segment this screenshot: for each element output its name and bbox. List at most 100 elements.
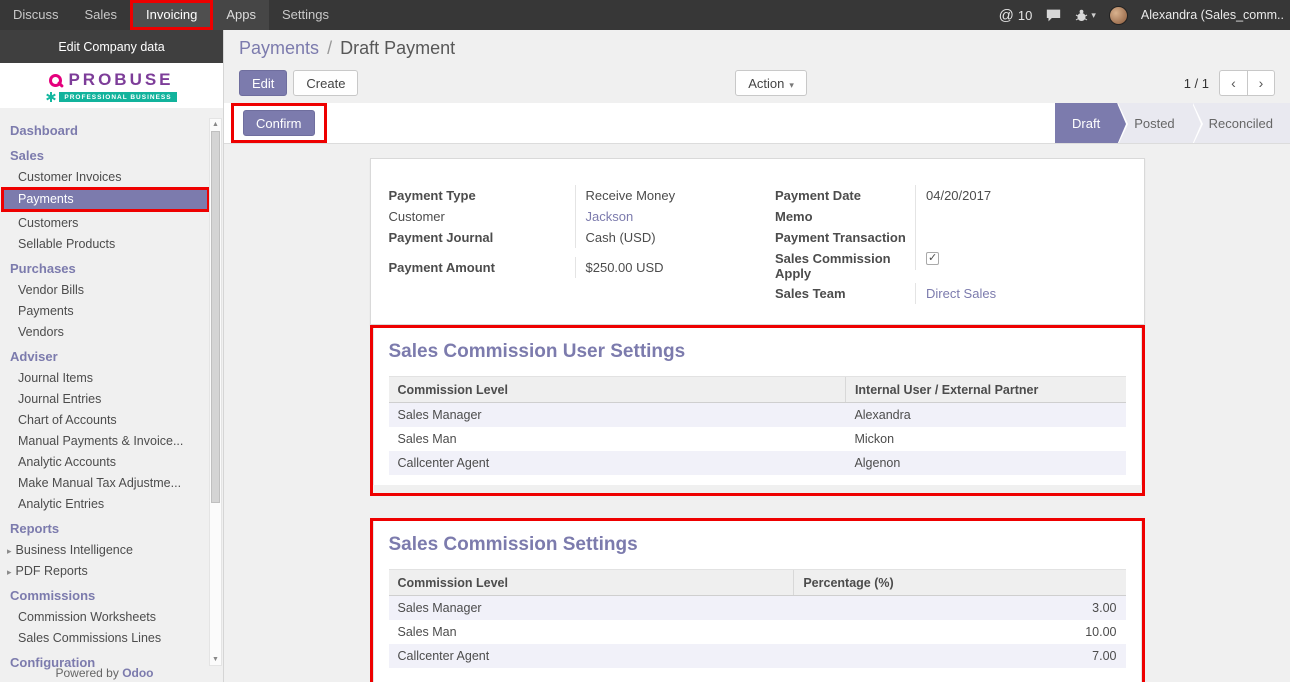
- column-commission-level[interactable]: Commission Level: [389, 570, 794, 596]
- breadcrumb-payments-link[interactable]: Payments: [239, 38, 319, 58]
- commission-settings-section: Sales Commission Settings Commission Lev…: [373, 521, 1142, 682]
- pager-previous-button[interactable]: ‹: [1219, 70, 1247, 96]
- menu-settings[interactable]: Settings: [269, 0, 342, 30]
- sidebar-scrollbar[interactable]: ▲ ▼: [209, 118, 222, 666]
- annotation-box-confirm: Confirm: [231, 103, 327, 143]
- customer-link[interactable]: Jackson: [575, 206, 758, 227]
- table-row[interactable]: Sales Manager Alexandra: [389, 403, 1126, 428]
- sales-commission-apply-checkbox[interactable]: [926, 252, 939, 265]
- state-label: Reconciled: [1209, 116, 1273, 131]
- sidebar-item-manual-tax-adjustments[interactable]: Make Manual Tax Adjustme...: [0, 472, 223, 493]
- logo-subtitle-row: PROFESSIONAL BUSINESS: [0, 92, 223, 102]
- menu-invoicing[interactable]: Invoicing: [133, 3, 210, 27]
- field-payment-amount: Payment Amount $250.00 USD: [389, 257, 758, 278]
- sidebar-item-analytic-accounts[interactable]: Analytic Accounts: [0, 451, 223, 472]
- user-menu[interactable]: Alexandra (Sales_comm..: [1141, 8, 1284, 22]
- sidebar-item-sellable-products[interactable]: Sellable Products: [0, 233, 223, 254]
- commission-settings-table: Commission Level Percentage (%) Sales Ma…: [389, 569, 1126, 668]
- sidebar-item-analytic-entries[interactable]: Analytic Entries: [0, 493, 223, 514]
- column-percentage[interactable]: Percentage (%): [794, 570, 1126, 596]
- scroll-up-icon[interactable]: ▲: [210, 119, 221, 130]
- annotation-box-user-settings: Sales Commission User Settings Commissio…: [370, 325, 1145, 496]
- field-label-payment-amount: Payment Amount: [389, 257, 575, 277]
- table-row[interactable]: Sales Manager 3.00: [389, 596, 1126, 621]
- control-panel-buttons-row: Edit Create Action▾ 1 / 1 ‹ ›: [239, 70, 1275, 96]
- field-payment-type: Payment Type Receive Money: [389, 185, 758, 206]
- powered-by-odoo: Powered by Odoo: [0, 666, 209, 680]
- chat-bubble-icon: [1045, 8, 1062, 23]
- field-label-customer: Customer: [389, 206, 575, 226]
- cell-commission-level: Sales Man: [389, 427, 846, 451]
- create-button[interactable]: Create: [293, 70, 358, 96]
- sidebar-item-customer-invoices[interactable]: Customer Invoices: [0, 166, 223, 187]
- table-row[interactable]: Sales Man 10.00: [389, 620, 1126, 644]
- messages-button[interactable]: [1045, 8, 1062, 23]
- company-logo: PROBUSE PROFESSIONAL BUSINESS: [0, 63, 223, 108]
- sidebar-item-payments[interactable]: Payments: [4, 190, 207, 209]
- menu-apps[interactable]: Apps: [213, 0, 269, 30]
- cell-user: Mickon: [845, 427, 1125, 451]
- sidebar-item-manual-payments[interactable]: Manual Payments & Invoice...: [0, 430, 223, 451]
- state-posted[interactable]: Posted: [1117, 103, 1191, 144]
- powered-by-text: Powered by: [55, 666, 118, 680]
- sidebar-item-pdf-reports[interactable]: ▸PDF Reports: [0, 560, 223, 581]
- sidebar-section-commissions[interactable]: Commissions: [0, 585, 223, 606]
- left-button-group: Edit Create: [239, 70, 358, 96]
- form-statusbar: Confirm Draft Posted Reconciled: [224, 103, 1290, 144]
- table-row[interactable]: Callcenter Agent 7.00: [389, 644, 1126, 668]
- menu-discuss[interactable]: Discuss: [0, 0, 72, 30]
- column-internal-user-external-partner[interactable]: Internal User / External Partner: [845, 377, 1125, 403]
- payment-form-sheet: Payment Type Receive Money Customer Jack…: [370, 158, 1145, 325]
- edit-button[interactable]: Edit: [239, 70, 287, 96]
- sidebar-item-vendors[interactable]: Vendors: [0, 321, 223, 342]
- sidebar: Edit Company data PROBUSE PROFESSIONAL B…: [0, 30, 224, 682]
- cell-percentage: 10.00: [794, 620, 1126, 644]
- table-header-row: Commission Level Percentage (%): [389, 570, 1126, 596]
- state-draft[interactable]: Draft: [1055, 103, 1117, 144]
- user-settings-table: Commission Level Internal User / Externa…: [389, 376, 1126, 475]
- field-payment-transaction: Payment Transaction: [775, 227, 1126, 248]
- sidebar-section-reports[interactable]: Reports: [0, 518, 223, 539]
- confirm-button[interactable]: Confirm: [243, 110, 315, 136]
- edit-company-button[interactable]: Edit Company data: [0, 30, 223, 63]
- sidebar-section-adviser[interactable]: Adviser: [0, 346, 223, 367]
- action-dropdown-button[interactable]: Action▾: [735, 70, 807, 96]
- debug-menu-button[interactable]: ▾: [1075, 9, 1096, 22]
- bug-icon: [1075, 9, 1088, 22]
- sidebar-item-commission-worksheets[interactable]: Commission Worksheets: [0, 606, 223, 627]
- form-view-content: Payment Type Receive Money Customer Jack…: [224, 144, 1290, 682]
- sidebar-item-journal-items[interactable]: Journal Items: [0, 367, 223, 388]
- sidebar-section-purchases[interactable]: Purchases: [0, 258, 223, 279]
- cell-commission-level: Sales Manager: [389, 403, 846, 428]
- table-row[interactable]: Sales Man Mickon: [389, 427, 1126, 451]
- sidebar-item-payments-purchases[interactable]: Payments: [0, 300, 223, 321]
- mention-counter[interactable]: @ 10: [999, 7, 1033, 24]
- state-reconciled[interactable]: Reconciled: [1192, 103, 1290, 144]
- menu-sales[interactable]: Sales: [72, 0, 131, 30]
- avatar[interactable]: [1109, 6, 1128, 25]
- field-value-payment-type: Receive Money: [575, 185, 758, 206]
- pager-next-button[interactable]: ›: [1247, 70, 1275, 96]
- breadcrumb: Payments / Draft Payment: [239, 36, 1275, 61]
- sidebar-item-chart-of-accounts[interactable]: Chart of Accounts: [0, 409, 223, 430]
- sidebar-item-journal-entries[interactable]: Journal Entries: [0, 388, 223, 409]
- sidebar-item-business-intelligence[interactable]: ▸Business Intelligence: [0, 539, 223, 560]
- sales-team-link[interactable]: Direct Sales: [915, 283, 1126, 304]
- column-commission-level[interactable]: Commission Level: [389, 377, 846, 403]
- asterisk-icon: [46, 92, 56, 102]
- sidebar-item-vendor-bills[interactable]: Vendor Bills: [0, 279, 223, 300]
- field-value-payment-journal: Cash (USD): [575, 227, 758, 248]
- sidebar-item-sales-commissions-lines[interactable]: Sales Commissions Lines: [0, 627, 223, 648]
- main-panel: Payments / Draft Payment Edit Create Act…: [224, 30, 1290, 682]
- odoo-brand-link[interactable]: Odoo: [122, 666, 153, 680]
- field-value-payment-date: 04/20/2017: [915, 185, 1126, 206]
- scroll-down-icon[interactable]: ▼: [210, 654, 221, 665]
- sidebar-item-customers[interactable]: Customers: [0, 212, 223, 233]
- sidebar-section-sales[interactable]: Sales: [0, 145, 223, 166]
- control-panel: Payments / Draft Payment Edit Create Act…: [224, 30, 1290, 103]
- field-value-payment-amount: $250.00 USD: [575, 257, 758, 278]
- table-row[interactable]: Callcenter Agent Algenon: [389, 451, 1126, 475]
- sidebar-item-dashboard[interactable]: Dashboard: [0, 120, 223, 141]
- scrollbar-thumb[interactable]: [211, 131, 220, 503]
- expand-arrow-icon: ▸: [7, 567, 12, 577]
